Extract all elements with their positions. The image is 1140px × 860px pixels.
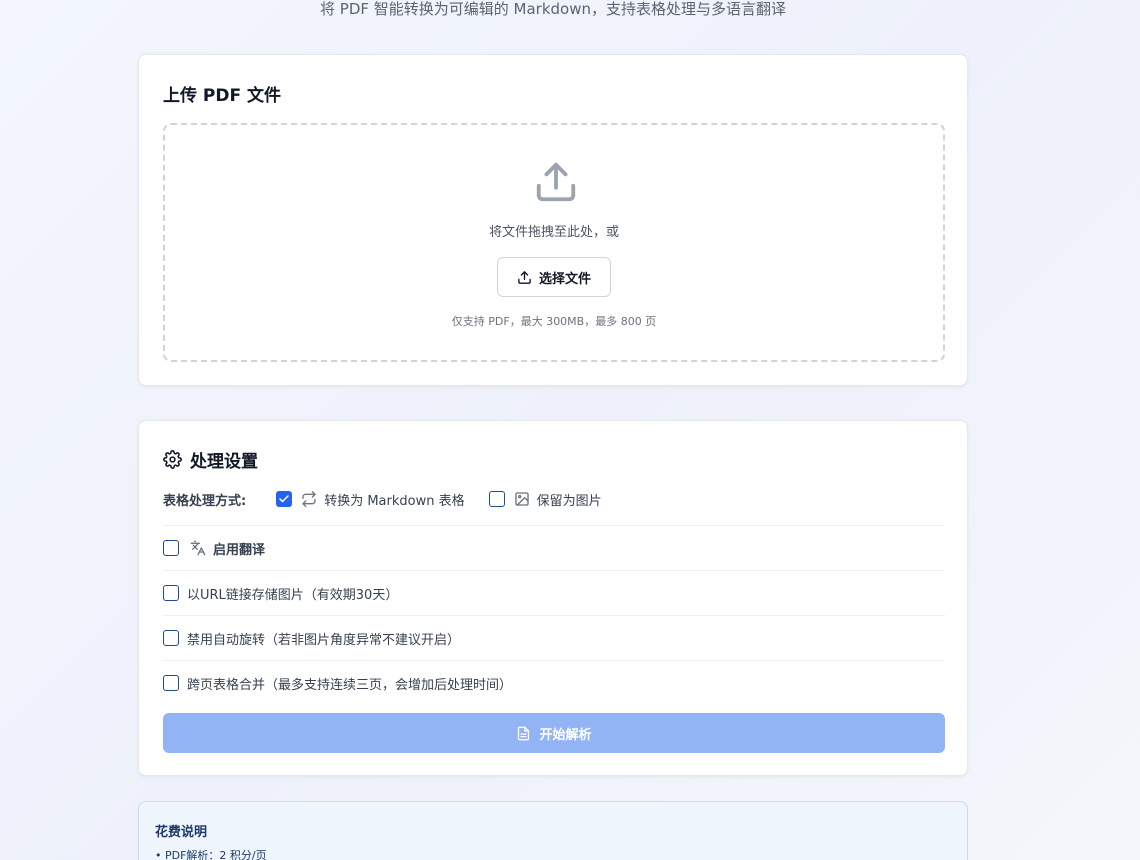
image-icon: [514, 492, 529, 506]
disable-rotation-label: 禁用自动旋转（若非图片角度异常不建议开启）: [187, 632, 461, 648]
translate-label: 启用翻译: [213, 542, 266, 558]
upload-hint: 仅支持 PDF，最大 300MB，最多 800 页: [451, 315, 657, 328]
keep-image-checkbox[interactable]: [488, 491, 505, 507]
translate-option[interactable]: 启用翻译: [163, 525, 945, 570]
cost-info-card: 花费说明 • PDF解析：2 积分/页: [138, 801, 968, 860]
url-image-checkbox[interactable]: [163, 585, 179, 601]
translate-icon: [190, 540, 206, 556]
upload-icon: [536, 162, 576, 202]
choose-file-button[interactable]: 选择文件: [497, 257, 611, 297]
repeat-icon: [302, 491, 316, 507]
cost-item: • PDF解析：2 积分/页: [155, 849, 267, 860]
settings-card: 处理设置 表格处理方式: 转换为 Markdown 表格 保留为图片 启用翻译 …: [138, 420, 968, 776]
translate-checkbox[interactable]: [163, 540, 179, 556]
table-mode-label: 表格处理方式:: [163, 493, 247, 509]
markdown-table-label: 转换为 Markdown 表格: [324, 493, 465, 509]
file-text-icon: [518, 726, 530, 740]
url-image-option[interactable]: 以URL链接存储图片（有效期30天）: [163, 570, 945, 615]
file-dropzone[interactable]: 将文件拖拽至此处，或 选择文件 仅支持 PDF，最大 300MB，最多 800 …: [163, 123, 945, 362]
check-icon: [279, 495, 289, 503]
table-mode-markdown-option[interactable]: 转换为 Markdown 表格: [276, 490, 465, 509]
start-parse-button[interactable]: 开始解析: [163, 713, 945, 753]
start-parse-label: 开始解析: [539, 727, 592, 743]
cross-page-merge-label: 跨页表格合并（最多支持连续三页，会增加后处理时间）: [187, 677, 513, 693]
table-mode-group: 表格处理方式: 转换为 Markdown 表格 保留为图片: [163, 487, 602, 511]
page-subtitle: 将 PDF 智能转换为可编辑的 Markdown，支持表格处理与多语言翻译: [320, 0, 786, 18]
drop-text: 将文件拖拽至此处，或: [488, 225, 619, 240]
cross-page-merge-checkbox[interactable]: [163, 675, 179, 691]
gear-icon: [163, 450, 182, 469]
disable-rotation-option[interactable]: 禁用自动旋转（若非图片角度异常不建议开启）: [163, 615, 945, 660]
cost-title: 花费说明: [155, 825, 208, 840]
settings-header: 处理设置: [163, 447, 258, 472]
disable-rotation-checkbox[interactable]: [163, 630, 179, 646]
cross-page-merge-option[interactable]: 跨页表格合并（最多支持连续三页，会增加后处理时间）: [163, 660, 945, 705]
table-mode-image-option[interactable]: 保留为图片: [488, 490, 602, 509]
upload-card: 上传 PDF 文件 将文件拖拽至此处，或 选择文件 仅支持 PDF，最大 300…: [138, 54, 968, 386]
choose-file-label: 选择文件: [538, 271, 591, 287]
upload-title: 上传 PDF 文件: [163, 86, 282, 106]
keep-image-label: 保留为图片: [536, 493, 602, 509]
upload-small-icon: [518, 270, 531, 284]
url-image-label: 以URL链接存储图片（有效期30天）: [187, 587, 399, 603]
settings-title: 处理设置: [190, 452, 258, 472]
markdown-table-checkbox[interactable]: [276, 491, 293, 507]
